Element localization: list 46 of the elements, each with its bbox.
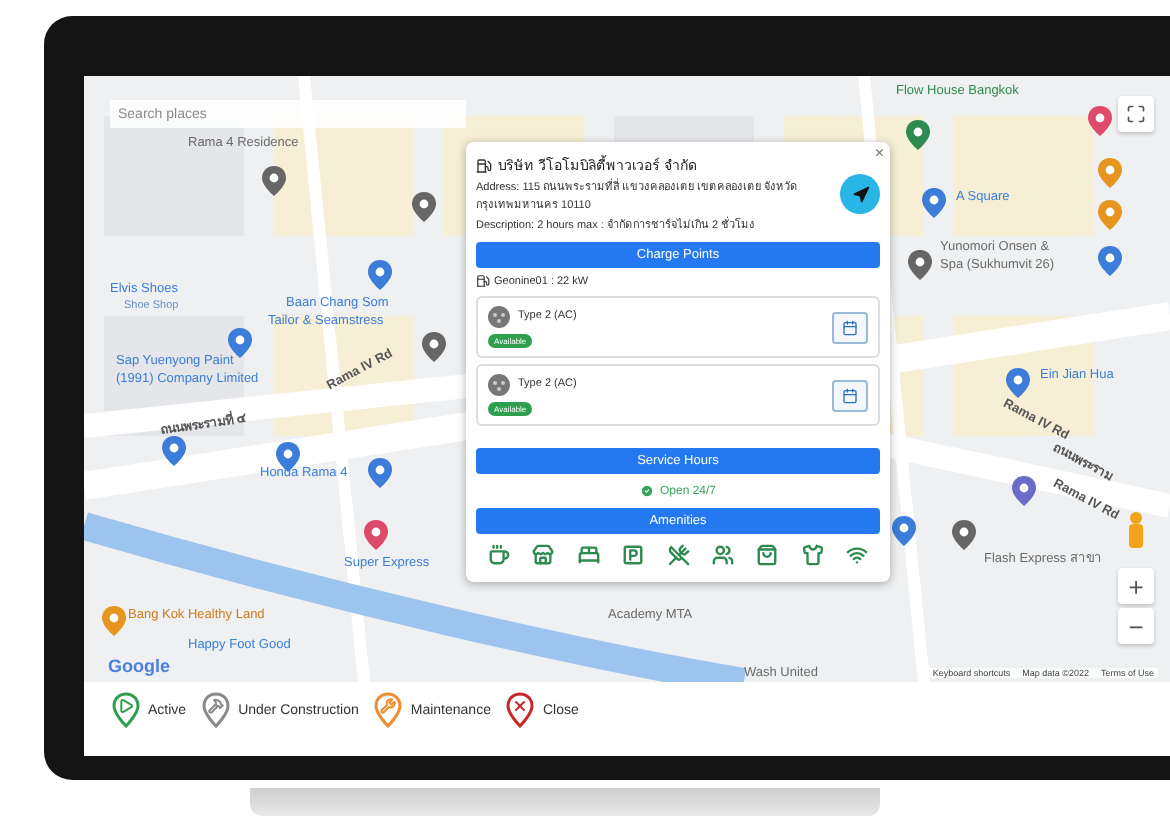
coffee-cup-icon bbox=[488, 544, 510, 567]
bed-icon bbox=[577, 544, 600, 567]
store-icon bbox=[532, 544, 555, 567]
map-pin-icon[interactable] bbox=[1088, 106, 1112, 136]
map-pin-icon[interactable] bbox=[922, 188, 946, 218]
map-pin-icon[interactable] bbox=[228, 328, 252, 358]
close-button[interactable]: × bbox=[874, 144, 884, 162]
map-pin-icon[interactable] bbox=[162, 436, 186, 466]
zoom-in-button[interactable]: + bbox=[1118, 568, 1154, 604]
navigation-arrow-icon bbox=[851, 185, 869, 204]
map-pin-icon[interactable] bbox=[892, 516, 916, 546]
map-pin-icon[interactable] bbox=[952, 520, 976, 550]
map-pin-icon[interactable] bbox=[368, 458, 392, 488]
map-pin-icon[interactable] bbox=[908, 250, 932, 280]
plug-icon bbox=[488, 374, 510, 397]
map-pin-icon[interactable] bbox=[364, 520, 388, 550]
map-pin-icon[interactable] bbox=[368, 260, 392, 290]
map-pin-icon[interactable] bbox=[422, 332, 446, 362]
wifi-icon bbox=[846, 544, 868, 567]
parking-icon bbox=[622, 544, 645, 567]
map-pin-icon[interactable] bbox=[906, 120, 930, 150]
map-pin-icon[interactable] bbox=[262, 166, 286, 196]
map-pin-icon[interactable] bbox=[1012, 476, 1036, 506]
zoom-out-button[interactable]: − bbox=[1118, 608, 1154, 644]
people-icon bbox=[711, 544, 734, 567]
plug-icon bbox=[488, 306, 510, 329]
shopping-bag-icon bbox=[756, 544, 779, 567]
map-pin-icon[interactable] bbox=[102, 606, 126, 636]
navigate-button[interactable] bbox=[840, 174, 880, 215]
calendar-button[interactable] bbox=[832, 379, 868, 412]
fuel-pump-icon bbox=[476, 274, 490, 289]
shirt-icon bbox=[801, 544, 824, 567]
calendar-icon bbox=[842, 319, 858, 336]
fullscreen-button[interactable] bbox=[1118, 96, 1154, 132]
map-pin-icon[interactable] bbox=[1098, 246, 1122, 276]
map-logo: Google bbox=[108, 656, 170, 676]
fullscreen-icon bbox=[1126, 104, 1146, 124]
calendar-button[interactable] bbox=[832, 311, 868, 344]
map-pin-icon[interactable] bbox=[412, 192, 436, 222]
map-pin-icon[interactable] bbox=[1098, 200, 1122, 230]
fork-knife-icon bbox=[667, 544, 689, 567]
check-circle-icon bbox=[639, 484, 654, 499]
map-pin-icon[interactable] bbox=[1006, 368, 1030, 398]
calendar-icon bbox=[842, 387, 858, 404]
map-pin-icon[interactable] bbox=[1098, 158, 1122, 188]
fuel-pump-icon bbox=[476, 157, 492, 173]
